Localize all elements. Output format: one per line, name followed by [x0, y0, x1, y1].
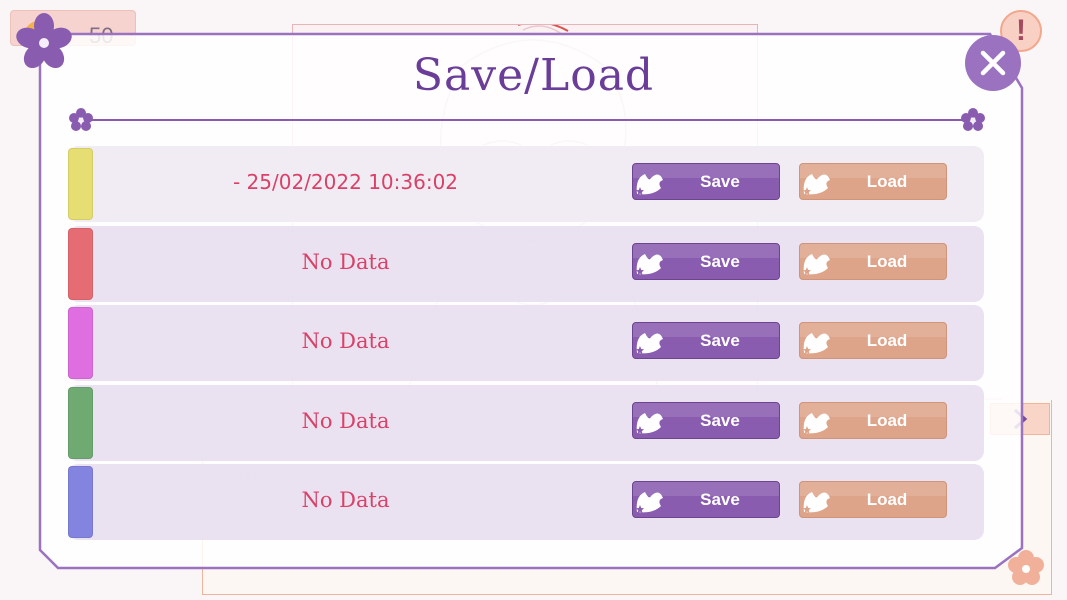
- slot-color-tab: [68, 307, 93, 379]
- save-button-label: Save: [700, 411, 740, 430]
- save-button[interactable]: Save: [632, 402, 780, 439]
- load-button-label: Load: [866, 331, 908, 350]
- save-button[interactable]: Save: [632, 481, 780, 518]
- slot-label: No Data: [301, 409, 390, 433]
- load-button-label: Load: [866, 411, 908, 430]
- load-button-label: Load: [866, 252, 908, 271]
- slot-color-tab: [68, 387, 93, 459]
- save-button[interactable]: Save: [632, 163, 780, 200]
- load-button[interactable]: Load: [799, 402, 947, 439]
- save-button-label: Save: [700, 490, 740, 509]
- modal-title: Save/Load: [412, 50, 655, 101]
- save-button-label: Save: [700, 252, 740, 271]
- save-slot: - 25/02/2022 10:36:02 Save Load: [68, 146, 984, 222]
- save-slot: No Data Save Load: [68, 305, 984, 381]
- load-button[interactable]: Load: [799, 481, 947, 518]
- load-button-label: Load: [866, 172, 908, 191]
- save-button[interactable]: Save: [632, 322, 780, 359]
- save-button-label: Save: [700, 331, 740, 350]
- load-button[interactable]: Load: [799, 163, 947, 200]
- load-button-label: Load: [866, 490, 908, 509]
- save-slot: No Data Save Load: [68, 226, 984, 302]
- slot-label: No Data: [301, 488, 390, 512]
- load-button[interactable]: Load: [799, 243, 947, 280]
- slot-color-tab: [68, 228, 93, 300]
- save-slot: No Data Save Load: [68, 385, 984, 461]
- save-button[interactable]: Save: [632, 243, 780, 280]
- slot-color-tab: [68, 466, 93, 538]
- slot-label: - 25/02/2022 10:36:02: [232, 170, 459, 194]
- load-button[interactable]: Load: [799, 322, 947, 359]
- close-button[interactable]: [965, 35, 1021, 91]
- slot-label: No Data: [301, 329, 390, 353]
- slot-label: No Data: [301, 250, 390, 274]
- slot-color-tab: [68, 148, 93, 220]
- close-icon: [980, 50, 1006, 76]
- save-button-label: Save: [700, 172, 740, 191]
- save-load-modal: Save/Load - 25/02/2022 10:36:02 Save Load N…: [0, 0, 1067, 600]
- header-divider: [69, 108, 985, 131]
- save-slot: No Data Save Load: [68, 464, 984, 540]
